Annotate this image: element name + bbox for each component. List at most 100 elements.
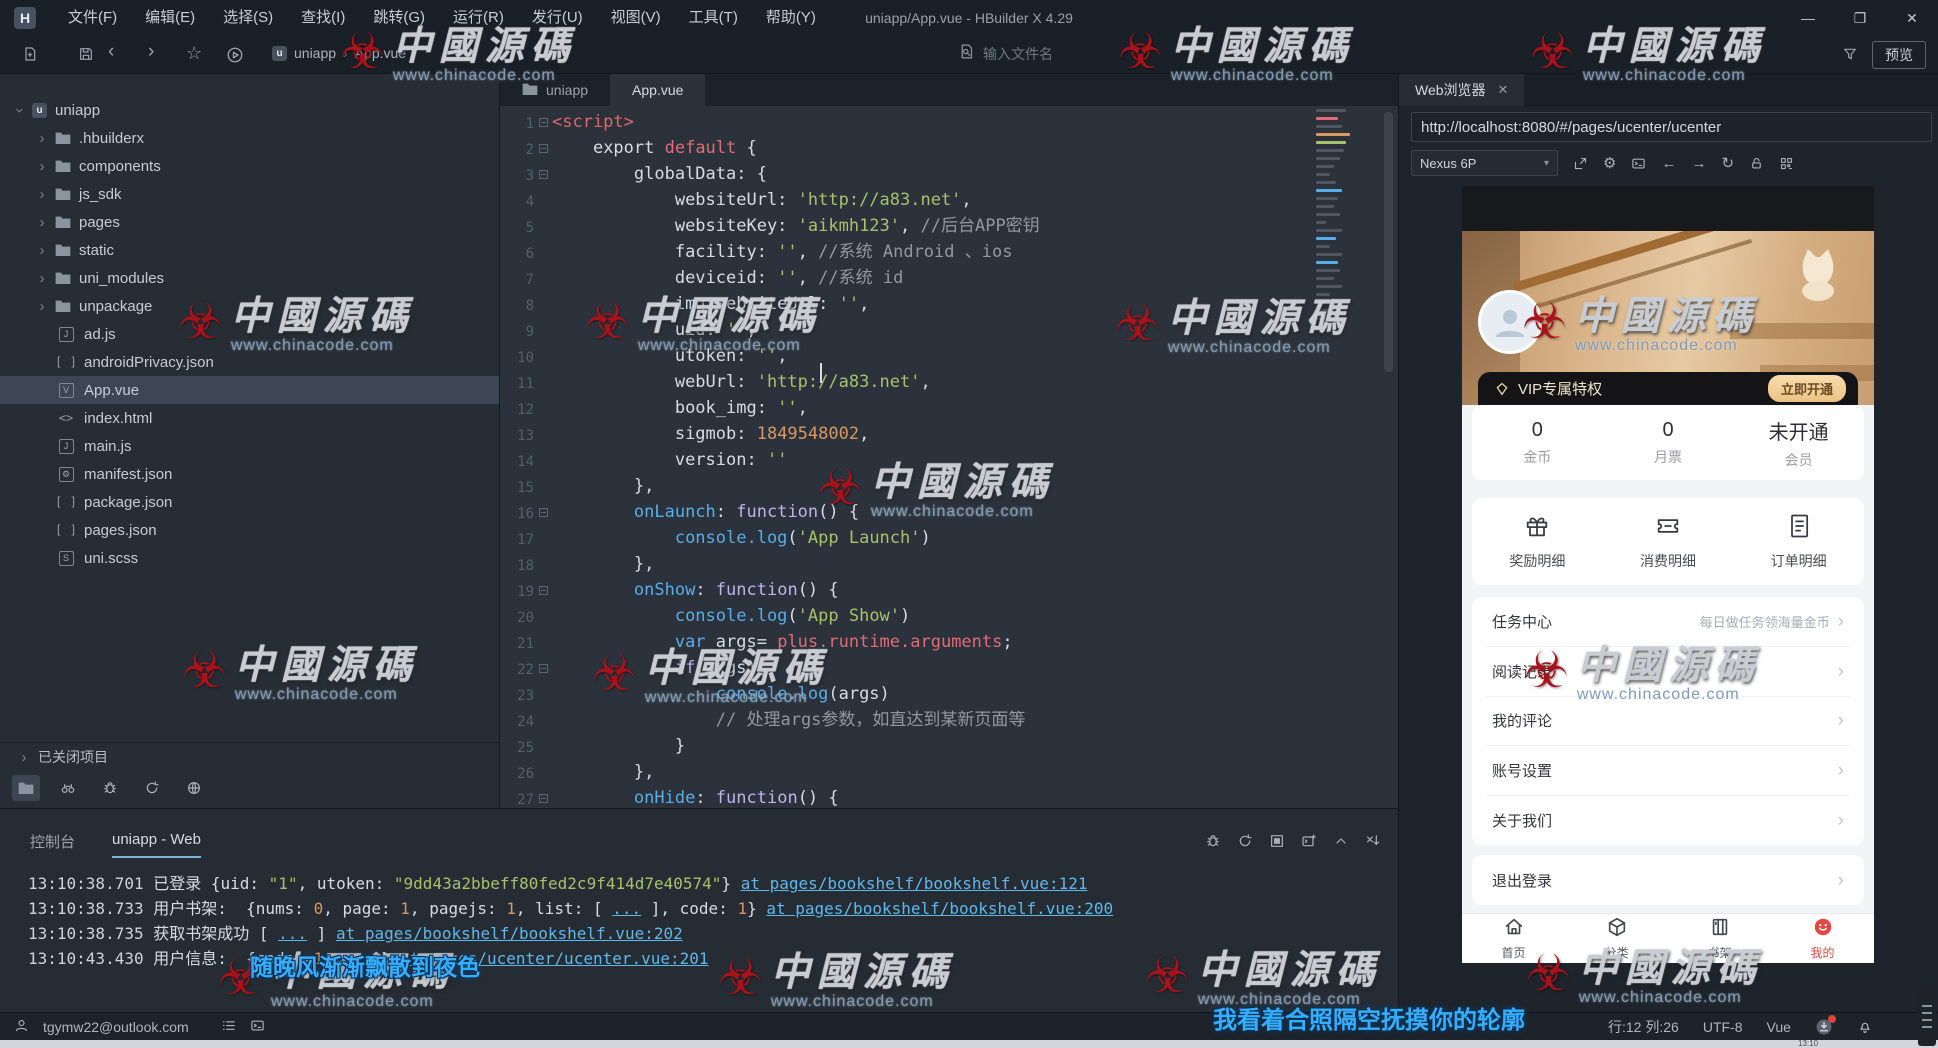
- preview-button[interactable]: 预览: [1872, 41, 1926, 69]
- resize-icon[interactable]: [1573, 156, 1588, 171]
- tree-item-androidPrivacy.json[interactable]: [ ] androidPrivacy.json: [0, 348, 499, 376]
- nav-forward-icon[interactable]: →: [1691, 155, 1706, 172]
- debug-view-icon[interactable]: [96, 775, 124, 801]
- nav-back-icon[interactable]: ←: [1661, 155, 1676, 172]
- breadcrumb-project[interactable]: uniapp: [294, 45, 336, 61]
- menu-帮助Y[interactable]: 帮助(Y): [752, 0, 830, 36]
- close-tab-icon[interactable]: ✕: [1498, 82, 1509, 98]
- breadcrumb[interactable]: u uniapp › App.vue: [272, 45, 406, 61]
- log-link[interactable]: ...: [612, 899, 641, 918]
- tab-web-browser[interactable]: Web浏览器 ✕: [1399, 74, 1525, 106]
- stat-会员[interactable]: 未开通 会员: [1733, 416, 1864, 470]
- search-view-icon[interactable]: [54, 775, 82, 801]
- menu-row-我的评论[interactable]: 我的评论 ›: [1486, 695, 1850, 746]
- logout-row[interactable]: 退出登录 ›: [1472, 855, 1864, 905]
- account-icon[interactable]: [14, 1018, 29, 1036]
- source-link[interactable]: at pages/bookshelf/bookshelf.vue:121: [741, 874, 1088, 893]
- editor-scrollbar[interactable]: [1384, 112, 1393, 372]
- tree-item-js_sdk[interactable]: › js_sdk: [0, 180, 499, 208]
- menu-文件F[interactable]: 文件(F): [54, 0, 131, 36]
- star-icon[interactable]: ☆: [186, 44, 202, 62]
- breadcrumb-file[interactable]: App.vue: [355, 45, 406, 61]
- qr-code-icon[interactable]: [1779, 156, 1794, 171]
- tree-item-uniapp[interactable]: › u uniapp: [0, 96, 499, 124]
- tree-item-unpackage[interactable]: › unpackage: [0, 292, 499, 320]
- tree-item-static[interactable]: › static: [0, 236, 499, 264]
- menu-运行R[interactable]: 运行(R): [439, 0, 518, 36]
- search-input[interactable]: [983, 46, 1223, 62]
- bell-icon[interactable]: [1857, 1018, 1873, 1037]
- minimize-icon[interactable]: —: [1782, 0, 1834, 36]
- tree-item-pages[interactable]: › pages: [0, 208, 499, 236]
- edge-widget[interactable]: [1918, 986, 1936, 1046]
- tree-item-uni.scss[interactable]: Suni.scss: [0, 544, 499, 572]
- phone-tab-首页[interactable]: 首页: [1462, 914, 1565, 963]
- vip-banner[interactable]: VIP专属特权 立即开通: [1478, 372, 1858, 405]
- menu-选择S[interactable]: 选择(S): [209, 0, 287, 36]
- new-file-icon[interactable]: [22, 46, 38, 66]
- save-icon[interactable]: [78, 46, 94, 66]
- menu-工具T[interactable]: 工具(T): [675, 0, 752, 36]
- cursor-position[interactable]: 行:12 列:26: [1608, 1017, 1679, 1037]
- source-link[interactable]: at pages/bookshelf/bookshelf.vue:202: [336, 924, 683, 943]
- gear-icon[interactable]: ⚙: [1603, 154, 1616, 172]
- shortcut-奖励明细[interactable]: 奖励明细: [1472, 512, 1603, 571]
- tree-item-package.json[interactable]: [ ] package.json: [0, 488, 499, 516]
- tree-item-manifest.json[interactable]: ⚙ manifest.json: [0, 460, 499, 488]
- close-icon[interactable]: ✕: [1886, 0, 1938, 36]
- tree-item-pages.json[interactable]: [ ] pages.json: [0, 516, 499, 544]
- encoding[interactable]: UTF-8: [1703, 1019, 1743, 1035]
- closed-projects-row[interactable]: › 已关闭项目: [0, 743, 499, 771]
- file-type[interactable]: Vue: [1767, 1019, 1791, 1035]
- tree-item-App.vue[interactable]: V App.vue: [0, 376, 499, 404]
- menu-查找I[interactable]: 查找(I): [287, 0, 359, 36]
- devtools-icon[interactable]: [1631, 156, 1646, 171]
- back-icon[interactable]: ‹: [108, 42, 114, 61]
- stat-金币[interactable]: 0 金币: [1472, 419, 1603, 467]
- file-search[interactable]: [958, 43, 1223, 65]
- maximize-icon[interactable]: ❐: [1834, 0, 1886, 36]
- sync-view-icon[interactable]: [138, 775, 166, 801]
- refresh-icon[interactable]: ↻: [1721, 154, 1734, 172]
- filter-icon[interactable]: [1842, 46, 1858, 66]
- shortcut-订单明细[interactable]: 订单明细: [1733, 512, 1864, 571]
- tree-item-.hbuilderx[interactable]: › .hbuilderx: [0, 124, 499, 152]
- outline-list-icon[interactable]: [221, 1018, 236, 1036]
- phone-tab-分类[interactable]: 分类: [1565, 914, 1668, 963]
- shortcut-消费明细[interactable]: 消费明细: [1603, 512, 1734, 571]
- phone-tab-我的[interactable]: 我的: [1771, 914, 1874, 963]
- stat-月票[interactable]: 0 月票: [1603, 419, 1734, 467]
- console-tab-uniapp-web[interactable]: uniapp - Web: [112, 831, 201, 858]
- avatar[interactable]: [1478, 290, 1542, 354]
- tab-uniapp[interactable]: uniapp: [500, 74, 610, 106]
- tree-item-main.js[interactable]: Jmain.js: [0, 432, 499, 460]
- log-link[interactable]: ...: [278, 924, 307, 943]
- tree-item-uni_modules[interactable]: › uni_modules: [0, 264, 499, 292]
- tab-app-vue[interactable]: App.vue: [610, 74, 706, 106]
- vip-open-button[interactable]: 立即开通: [1767, 375, 1846, 402]
- menu-发行U[interactable]: 发行(U): [518, 0, 597, 36]
- menu-跳转G[interactable]: 跳转(G): [359, 0, 439, 36]
- menu-row-关于我们[interactable]: 关于我们 ›: [1486, 795, 1850, 845]
- lock-icon[interactable]: [1749, 156, 1764, 171]
- stop-icon[interactable]: [1269, 833, 1285, 854]
- menu-row-任务中心[interactable]: 任务中心 每日做任务领海量金币 ›: [1486, 597, 1850, 646]
- restart-icon[interactable]: [1237, 833, 1253, 854]
- collapse-icon[interactable]: [1333, 833, 1349, 854]
- tree-item-ad.js[interactable]: Jad.js: [0, 320, 499, 348]
- menu-row-账号设置[interactable]: 账号设置 ›: [1486, 745, 1850, 795]
- terminal-add-icon[interactable]: [1301, 833, 1317, 854]
- files-view-icon[interactable]: [12, 775, 40, 801]
- debug-icon[interactable]: [1205, 833, 1221, 854]
- url-input[interactable]: [1411, 112, 1932, 142]
- menu-编辑E[interactable]: 编辑(E): [131, 0, 209, 36]
- menu-视图V[interactable]: 视图(V): [597, 0, 675, 36]
- menu-row-阅读记录[interactable]: 阅读记录 ›: [1486, 645, 1850, 696]
- run-icon[interactable]: [226, 46, 244, 68]
- forward-icon[interactable]: ›: [148, 42, 154, 61]
- minimap[interactable]: [1312, 109, 1352, 325]
- account-email[interactable]: tgymw22@outlook.com: [43, 1019, 189, 1035]
- source-link[interactable]: at pages/bookshelf/bookshelf.vue:200: [766, 899, 1113, 918]
- web-view-icon[interactable]: [180, 775, 208, 801]
- phone-tab-书架[interactable]: 书架: [1668, 914, 1771, 963]
